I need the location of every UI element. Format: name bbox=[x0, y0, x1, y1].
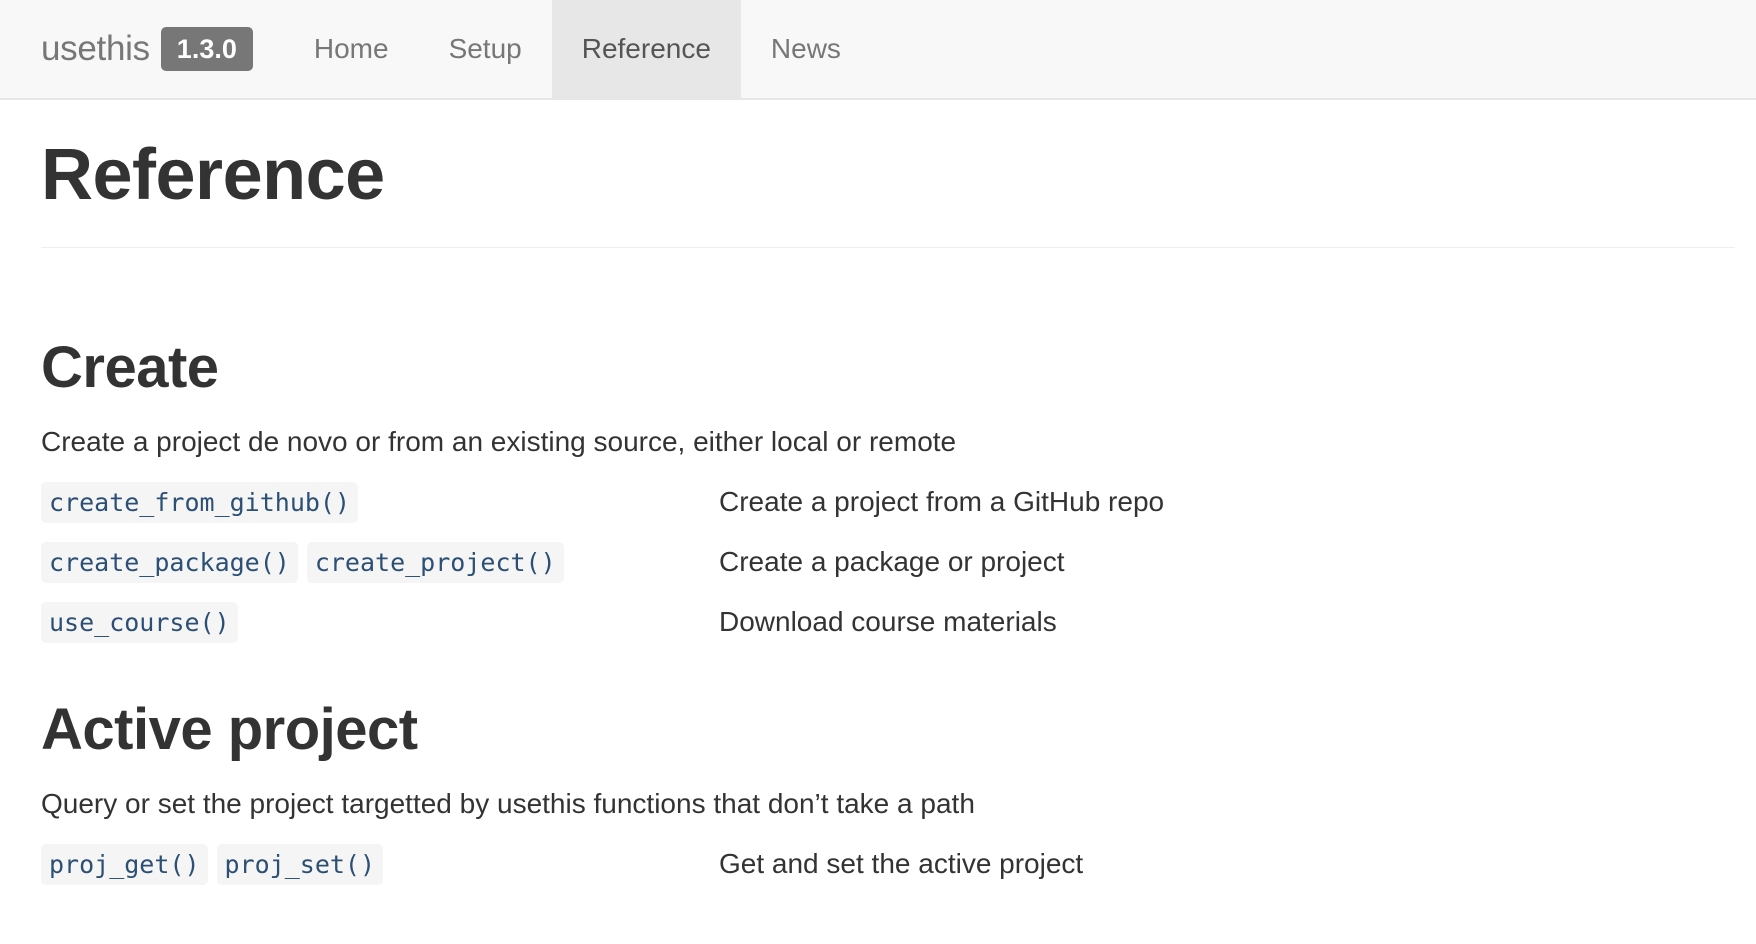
page-header: Reference bbox=[41, 100, 1735, 248]
version-badge: 1.3.0 bbox=[160, 27, 253, 71]
reference-functions: use_course() bbox=[41, 601, 719, 643]
reference-row: create_from_github() Create a project fr… bbox=[41, 472, 1715, 532]
main-content: Reference Create Create a project de nov… bbox=[0, 100, 1756, 894]
reference-description: Download course materials bbox=[719, 605, 1057, 637]
reference-row: proj_get() proj_set() Get and set the ac… bbox=[41, 834, 1715, 894]
nav-item-home[interactable]: Home bbox=[284, 0, 419, 98]
function-link-create-from-github[interactable]: create_from_github() bbox=[41, 481, 359, 523]
reference-description: Create a project from a GitHub repo bbox=[719, 485, 1165, 517]
section-create: Create Create a project de novo or from … bbox=[41, 336, 1715, 652]
nav-item-reference[interactable]: Reference bbox=[551, 0, 741, 98]
page-title: Reference bbox=[41, 135, 385, 215]
function-link-create-project[interactable]: create_project() bbox=[306, 541, 564, 583]
function-link-proj-get[interactable]: proj_get() bbox=[41, 843, 208, 885]
section-title-active-project: Active project bbox=[41, 697, 418, 763]
function-link-proj-set[interactable]: proj_set() bbox=[216, 843, 384, 885]
section-description-create: Create a project de novo or from an exis… bbox=[41, 425, 957, 457]
nav-item-news[interactable]: News bbox=[741, 0, 871, 98]
reference-description: Create a package or project bbox=[719, 545, 1065, 577]
section-title-create: Create bbox=[41, 335, 219, 400]
reference-description: Get and set the active project bbox=[719, 848, 1084, 880]
reference-row: use_course() Download course materials bbox=[41, 592, 1715, 652]
section-active-project: Active project Query or set the project … bbox=[41, 698, 1715, 894]
reference-row: create_package() create_project() Create… bbox=[41, 532, 1715, 592]
reference-functions: proj_get() proj_set() bbox=[41, 843, 719, 885]
reference-functions: create_from_github() bbox=[41, 481, 719, 523]
function-link-use-course[interactable]: use_course() bbox=[41, 601, 238, 643]
function-link-create-package[interactable]: create_package() bbox=[41, 541, 298, 583]
top-navbar: usethis 1.3.0 Home Setup Reference News bbox=[0, 0, 1756, 100]
nav-item-setup[interactable]: Setup bbox=[419, 0, 552, 98]
brand-link[interactable]: usethis bbox=[41, 29, 150, 69]
brand: usethis 1.3.0 bbox=[41, 0, 253, 98]
reference-functions: create_package() create_project() bbox=[41, 541, 719, 583]
section-description-active-project: Query or set the project targetted by us… bbox=[41, 787, 975, 819]
